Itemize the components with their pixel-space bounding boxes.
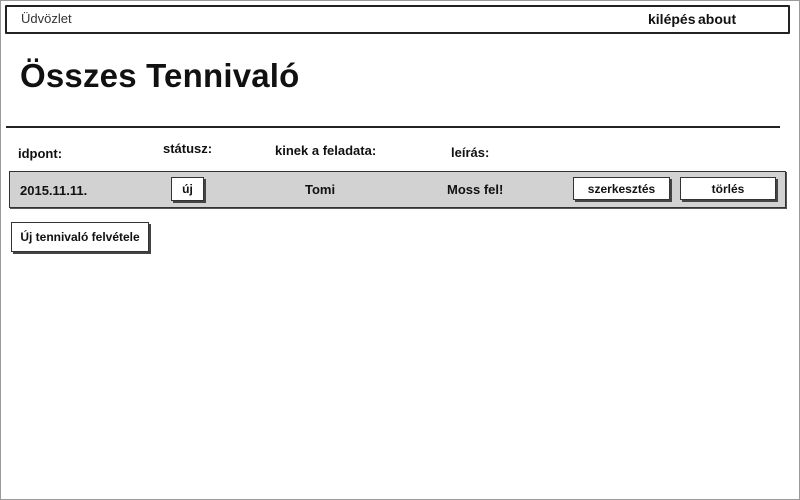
edit-button[interactable]: szerkesztés	[573, 177, 670, 200]
top-navigation-bar: Üdvözlet kilépés about	[5, 5, 790, 34]
todo-owner: Tomi	[305, 182, 336, 197]
todo-row: 2015.11.11. új Tomi Moss fel! szerkeszté…	[9, 171, 786, 208]
column-header-description: leírás:	[451, 145, 490, 160]
logout-link[interactable]: kilépés	[648, 11, 695, 27]
greeting-text: Üdvözlet	[21, 11, 72, 26]
status-button[interactable]: új	[171, 177, 204, 201]
todo-description: Moss fel!	[447, 182, 504, 197]
column-header-date: idpont:	[18, 146, 63, 161]
column-header-owner: kinek a feladata:	[275, 143, 377, 158]
about-link[interactable]: about	[698, 11, 736, 27]
todo-date: 2015.11.11.	[20, 183, 88, 198]
column-header-status: státusz:	[163, 141, 213, 156]
page-title: Összes Tennivaló	[20, 57, 300, 94]
title-divider	[6, 126, 780, 128]
add-todo-button[interactable]: Új tennivaló felvétele	[11, 222, 149, 252]
delete-button[interactable]: törlés	[680, 177, 776, 200]
